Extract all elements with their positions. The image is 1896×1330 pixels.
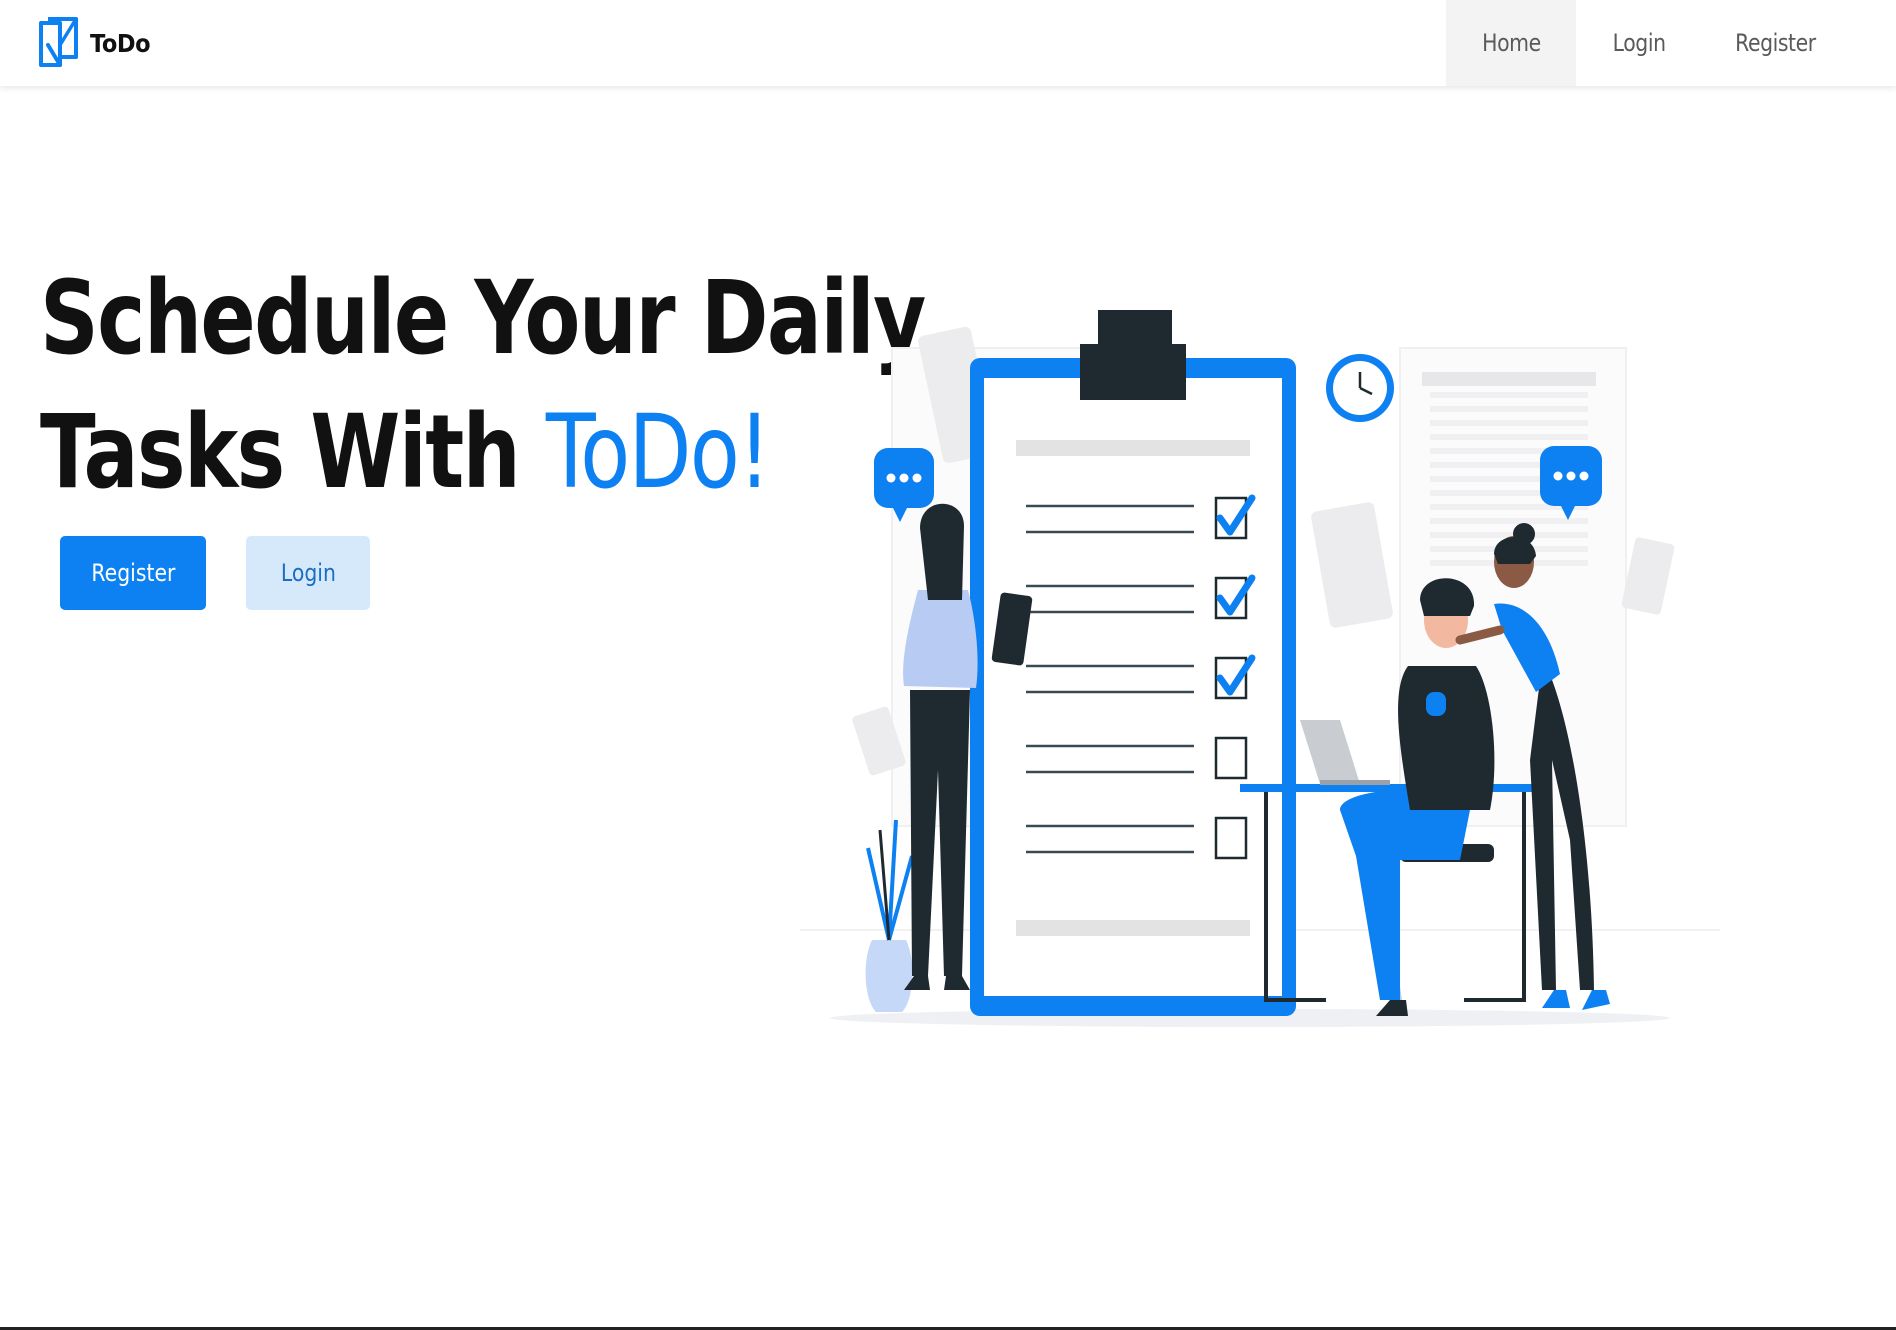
hero-title: Schedule Your Daily Tasks With ToDo! [40, 252, 926, 520]
hero-title-line1: Schedule Your Daily [40, 259, 926, 378]
nav-link-register[interactable]: Register [1702, 0, 1848, 86]
nav-link-register-label: Register [1734, 29, 1816, 57]
nav-links: Home Login Register [1446, 0, 1896, 86]
brand-name: ToDo [90, 28, 151, 58]
wall-clock-icon [1326, 354, 1394, 422]
task-checklist-illustration [800, 310, 1720, 1027]
nav-link-home-label: Home [1481, 29, 1541, 57]
hero-title-accent: ToDo! [545, 393, 771, 512]
laptop-icon [1300, 720, 1390, 785]
hero-register-button-label: Register [91, 559, 175, 587]
hero-login-button-label: Login [280, 559, 336, 587]
hero-title-line2: Tasks With [40, 393, 546, 512]
nav-link-login-label: Login [1612, 29, 1666, 57]
nav-link-home[interactable]: Home [1446, 0, 1576, 86]
brand-link[interactable]: ToDo [38, 14, 157, 72]
todo-logo-icon [39, 17, 78, 67]
hero-register-button[interactable]: Register [60, 536, 206, 610]
hero-login-button[interactable]: Login [246, 536, 370, 610]
nav-link-login[interactable]: Login [1576, 0, 1702, 86]
plant-vase [865, 819, 914, 1012]
top-navbar: ToDo Home Login Register [0, 0, 1896, 86]
